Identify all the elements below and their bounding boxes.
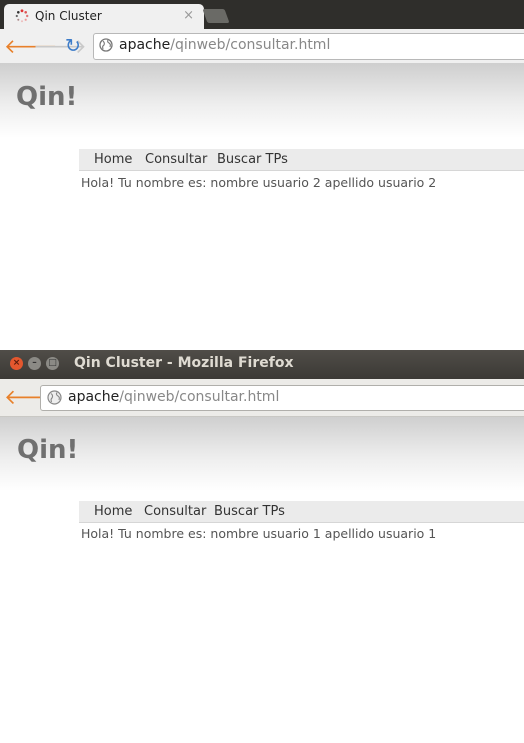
nav-menu: Home Consultar Buscar TPs bbox=[79, 149, 524, 171]
tab-title: Qin Cluster bbox=[35, 9, 102, 23]
title-bar: × – □ Qin Cluster - Mozilla Firefox bbox=[0, 350, 524, 379]
window-title: Qin Cluster - Mozilla Firefox bbox=[74, 355, 294, 371]
urlbar-url: apache/qinweb/consultar.html bbox=[68, 389, 279, 405]
chrome-toolbar: 🡐 🡒 ↻ apache/qinweb/consultar.html bbox=[0, 29, 524, 64]
url-path: /qinweb/consultar.html bbox=[119, 389, 280, 405]
greeting-text: Hola! Tu nombre es: nombre usuario 1 ape… bbox=[81, 526, 437, 541]
menu-item-home[interactable]: Home bbox=[94, 152, 132, 167]
site-header: Qin! bbox=[0, 64, 524, 138]
greeting-text: Hola! Tu nombre es: nombre usuario 2 ape… bbox=[81, 175, 437, 190]
site-title: Qin! bbox=[17, 435, 79, 465]
back-arrow-icon[interactable]: 🡐 bbox=[4, 385, 60, 409]
minimize-window-icon[interactable]: – bbox=[28, 357, 41, 370]
url-bar[interactable]: apache/qinweb/consultar.html bbox=[40, 385, 524, 411]
site-header: Qin! bbox=[0, 417, 524, 491]
url-host: apache bbox=[68, 389, 120, 405]
maximize-window-icon[interactable]: □ bbox=[46, 357, 59, 370]
firefox-toolbar: 🡐 apache/qinweb/consultar.html bbox=[0, 379, 524, 417]
close-window-icon[interactable]: × bbox=[10, 357, 23, 370]
omnibox-url: apache/qinweb/consultar.html bbox=[119, 37, 330, 53]
menu-item-buscar-tps[interactable]: Buscar TPs bbox=[214, 504, 285, 519]
menu-item-home[interactable]: Home bbox=[94, 504, 132, 519]
site-title: Qin! bbox=[16, 82, 78, 112]
omnibox[interactable]: apache/qinweb/consultar.html bbox=[93, 33, 524, 60]
menu-item-consultar[interactable]: Consultar bbox=[145, 152, 207, 167]
menu-item-buscar-tps[interactable]: Buscar TPs bbox=[217, 152, 288, 167]
firefox-window: × – □ Qin Cluster - Mozilla Firefox 🡐 ap… bbox=[0, 350, 524, 743]
tab-qin-cluster[interactable]: Qin Cluster × bbox=[4, 4, 204, 29]
tab-strip: Qin Cluster × bbox=[0, 0, 524, 29]
menu-item-consultar[interactable]: Consultar bbox=[144, 504, 206, 519]
loading-spinner-icon bbox=[15, 9, 29, 23]
back-arrow-icon[interactable]: 🡐 bbox=[4, 35, 58, 57]
globe-icon bbox=[47, 390, 62, 405]
nav-menu: Home Consultar Buscar TPs bbox=[79, 501, 524, 523]
chrome-window: Qin Cluster × 🡐 🡒 ↻ apache/qinweb/consul… bbox=[0, 0, 524, 350]
forward-arrow-icon[interactable]: 🡒 bbox=[33, 35, 87, 57]
globe-icon bbox=[99, 38, 113, 52]
reload-icon[interactable]: ↻ bbox=[62, 35, 84, 57]
url-path: /qinweb/consultar.html bbox=[170, 37, 331, 53]
url-host: apache bbox=[119, 37, 171, 53]
tab-close-icon[interactable]: × bbox=[183, 8, 194, 23]
new-tab-button[interactable] bbox=[202, 9, 230, 23]
